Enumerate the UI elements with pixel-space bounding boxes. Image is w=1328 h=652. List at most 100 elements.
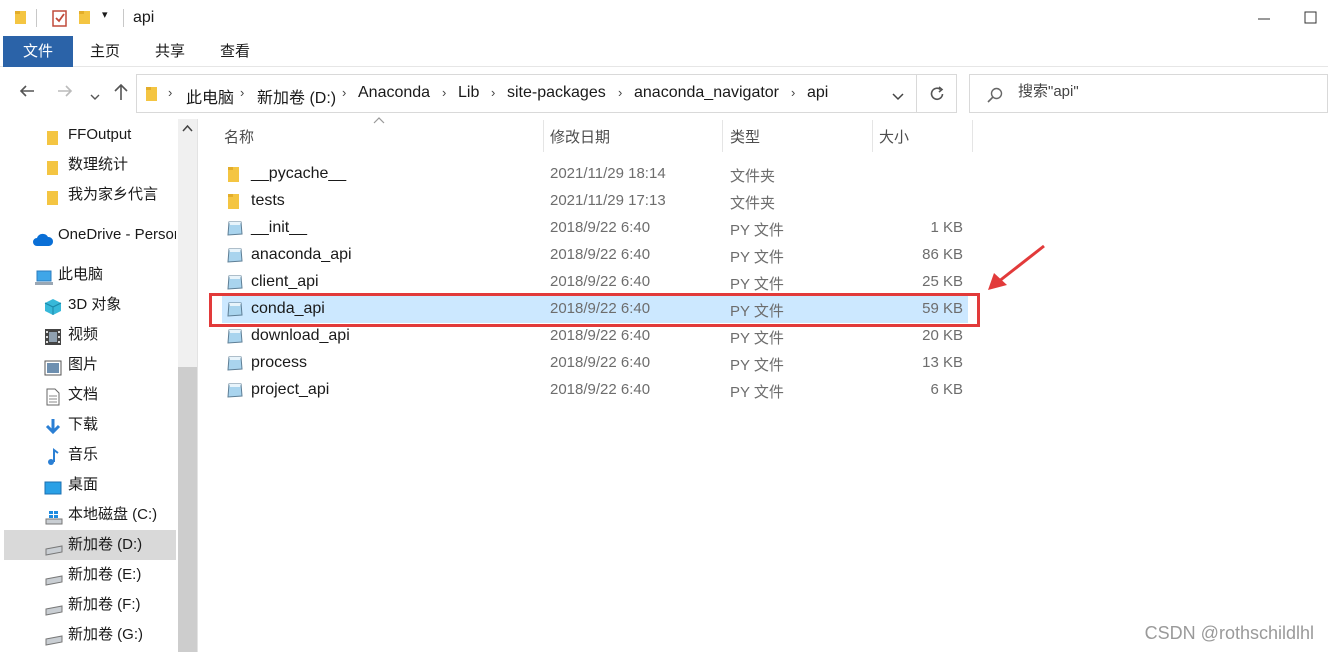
file-size: 86 KB (922, 246, 963, 263)
nav-item-music[interactable]: 音乐 (4, 440, 176, 470)
file-row[interactable]: anaconda_api 2018/9/22 6:40 PY 文件 86 KB (222, 242, 968, 269)
customize-quick-access-icon[interactable]: ▾ (102, 8, 108, 21)
breadcrumb-anaconda-navigator[interactable]: anaconda_navigator (634, 84, 779, 102)
drive-icon (44, 537, 63, 556)
file-type: PY 文件 (730, 249, 784, 266)
file-date: 2021/11/29 17:13 (550, 192, 666, 209)
file-row[interactable]: client_api 2018/9/22 6:40 PY 文件 25 KB (222, 269, 968, 296)
file-size: 6 KB (930, 381, 963, 398)
nav-item-drive-d[interactable]: 新加卷 (D:) (4, 530, 176, 560)
python-file-icon (226, 220, 244, 241)
file-name: __pycache__ (251, 165, 347, 182)
back-icon[interactable] (18, 82, 36, 105)
folder-icon (46, 157, 64, 175)
divider (543, 120, 544, 152)
nav-item-label: 音乐 (68, 446, 99, 463)
nav-item-3d-objects[interactable]: 3D 对象 (4, 290, 176, 320)
maximize-icon[interactable] (1300, 8, 1320, 28)
nav-scrollbar[interactable] (178, 119, 197, 652)
refresh-button[interactable] (917, 74, 957, 113)
folder-icon (145, 85, 159, 106)
nav-item-desktop[interactable]: 桌面 (4, 470, 176, 500)
forward-icon[interactable] (56, 82, 74, 105)
breadcrumb-anaconda[interactable]: Anaconda (358, 84, 430, 102)
file-date: 2018/9/22 6:40 (550, 354, 651, 371)
chevron-right-icon[interactable]: › (342, 85, 346, 100)
column-header-size[interactable]: 大小 (879, 126, 909, 147)
chevron-down-icon[interactable] (891, 89, 905, 106)
column-header-type[interactable]: 类型 (730, 126, 760, 147)
column-header-date[interactable]: 修改日期 (550, 126, 610, 147)
chevron-right-icon[interactable]: › (240, 85, 244, 100)
file-name: process (251, 354, 308, 371)
breadcrumb-drive-d[interactable]: 新加卷 (D:) (257, 84, 336, 108)
python-file-icon (226, 274, 244, 295)
divider (872, 120, 873, 152)
system-drive-icon (44, 507, 63, 525)
nav-item-label: 新加卷 (D:) (68, 536, 143, 553)
tab-share[interactable]: 共享 (141, 36, 199, 67)
address-bar[interactable]: › 此电脑 › 新加卷 (D:) › Anaconda › Lib › site… (136, 74, 917, 113)
nav-item-drive-e[interactable]: 新加卷 (E:) (4, 560, 176, 590)
nav-item-downloads[interactable]: 下载 (4, 410, 176, 440)
file-type: PY 文件 (730, 384, 784, 401)
file-row[interactable]: download_api 2018/9/22 6:40 PY 文件 20 KB (222, 323, 968, 350)
file-row[interactable]: __init__ 2018/9/22 6:40 PY 文件 1 KB (222, 215, 968, 242)
chevron-right-icon[interactable]: › (618, 85, 622, 100)
python-file-icon (226, 355, 244, 376)
nav-item-documents[interactable]: 文档 (4, 380, 176, 410)
nav-item-drive-g[interactable]: 新加卷 (G:) (4, 620, 176, 650)
up-icon[interactable] (112, 82, 130, 107)
breadcrumb-api[interactable]: api (807, 84, 828, 102)
videos-icon (44, 327, 62, 345)
search-box[interactable] (969, 74, 1328, 113)
nav-item-hometown[interactable]: 我为家乡代言 (4, 180, 176, 210)
tab-file[interactable]: 文件 (3, 36, 73, 67)
file-type: 文件夹 (730, 168, 776, 185)
file-row[interactable]: project_api 2018/9/22 6:40 PY 文件 6 KB (222, 377, 968, 404)
nav-item-this-pc[interactable]: 此电脑 (4, 260, 176, 290)
file-row[interactable]: tests 2021/11/29 17:13 文件夹 (222, 188, 968, 215)
chevron-right-icon[interactable]: › (442, 85, 446, 100)
tab-home[interactable]: 主页 (76, 36, 134, 67)
file-date: 2018/9/22 6:40 (550, 219, 651, 236)
divider (123, 9, 124, 27)
recent-locations-icon[interactable] (89, 86, 101, 107)
nav-item-label: 下载 (68, 416, 99, 433)
minimize-icon[interactable] (1254, 8, 1274, 28)
watermark: CSDN @rothschildlhl (1144, 623, 1314, 643)
properties-icon[interactable] (52, 9, 68, 31)
nav-item-label: 数理统计 (68, 156, 129, 173)
search-input[interactable] (1018, 83, 1308, 100)
nav-item-onedrive[interactable]: OneDrive - Personal (4, 220, 176, 250)
title-bar: ▾ api (0, 0, 1328, 36)
annotation-arrow-icon (980, 240, 1050, 299)
scroll-up-icon[interactable] (182, 123, 193, 135)
breadcrumb-this-pc[interactable]: 此电脑 (186, 84, 234, 108)
tab-view[interactable]: 查看 (206, 36, 264, 67)
navigation-pane: FFOutput 数理统计 我为家乡代言 OneDrive - Personal… (0, 119, 198, 652)
nav-item-pictures[interactable]: 图片 (4, 350, 176, 380)
chevron-right-icon[interactable]: › (791, 85, 795, 100)
nav-item-videos[interactable]: 视频 (4, 320, 176, 350)
nav-item-label: 视频 (68, 326, 99, 343)
folder-icon (14, 9, 28, 29)
folder-icon (46, 187, 64, 205)
breadcrumb-lib[interactable]: Lib (458, 84, 479, 102)
nav-item-label: 文档 (68, 386, 99, 403)
nav-item-label: 新加卷 (E:) (68, 566, 142, 583)
nav-item-math-statistics[interactable]: 数理统计 (4, 150, 176, 180)
breadcrumb-site-packages[interactable]: site-packages (507, 84, 606, 102)
nav-item-drive-c[interactable]: 本地磁盘 (C:) (4, 500, 176, 530)
ribbon-tabs: 文件 主页 共享 查看 (0, 36, 1328, 67)
nav-item-label: 新加卷 (F:) (68, 596, 141, 613)
file-row[interactable]: __pycache__ 2021/11/29 18:14 文件夹 (222, 161, 968, 188)
chevron-right-icon[interactable]: › (168, 85, 172, 100)
scroll-thumb[interactable] (178, 367, 197, 652)
file-row[interactable]: process 2018/9/22 6:40 PY 文件 13 KB (222, 350, 968, 377)
nav-item-ffoutput[interactable]: FFOutput (4, 120, 176, 150)
new-folder-icon[interactable] (78, 9, 92, 29)
column-header-name[interactable]: 名称 (224, 126, 254, 147)
chevron-right-icon[interactable]: › (491, 85, 495, 100)
nav-item-drive-f[interactable]: 新加卷 (F:) (4, 590, 176, 620)
